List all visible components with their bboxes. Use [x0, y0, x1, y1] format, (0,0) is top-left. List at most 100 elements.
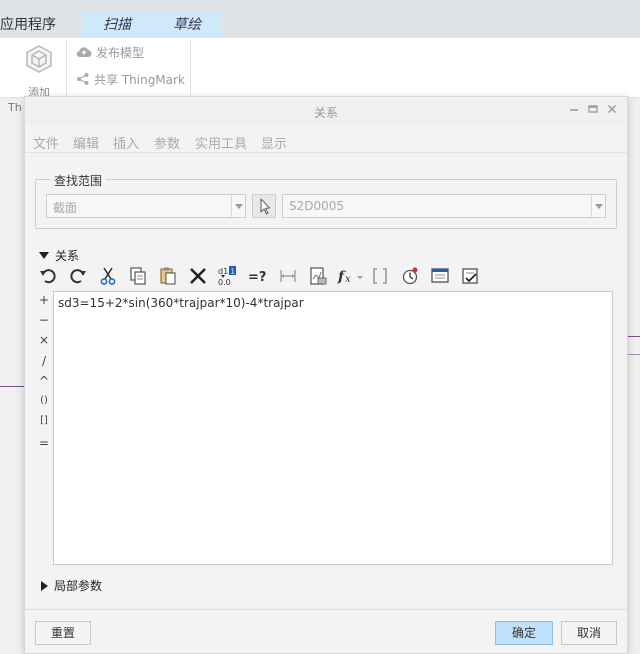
relation-equation: sd3=15+2*sin(360*trajpar*10)-4*trajpar	[58, 296, 304, 310]
paste-icon	[160, 267, 176, 285]
app-title-bar	[0, 0, 640, 12]
undo-icon	[40, 269, 56, 284]
dialog-title-bar: 关系	[25, 97, 627, 125]
parameter-icon	[402, 267, 418, 285]
share-icon	[77, 73, 89, 85]
relations-toolbar: d1 1 0.0 =? fx	[35, 265, 515, 289]
operator-parentheses[interactable]: ()	[35, 395, 53, 406]
svg-text:0.0: 0.0	[218, 278, 231, 287]
delete-button[interactable]	[187, 265, 209, 287]
ribbon-tabs: 应用程序 扫描 草绘	[0, 12, 640, 38]
maximize-button[interactable]	[586, 103, 600, 117]
operator-brackets[interactable]: []	[35, 415, 53, 426]
relations-dialog: 关系 文件 编辑 插入 参数 实用工具 显示 查找范围 截面 S2D0005 关…	[24, 96, 628, 654]
add-model-icon[interactable]	[24, 44, 54, 74]
check-relations-button[interactable]	[459, 265, 481, 287]
ribbon-tab-apps[interactable]: 应用程序	[0, 12, 80, 38]
expand-triangle-icon	[41, 580, 48, 591]
dialog-menubar: 文件 编辑 插入 参数 实用工具 显示	[25, 127, 627, 153]
operator-minus[interactable]: −	[35, 313, 53, 327]
operator-plus[interactable]: +	[35, 293, 53, 307]
search-scope-legend: 查找范围	[50, 172, 107, 189]
group-label-th: Th	[8, 101, 22, 114]
verify-icon	[310, 267, 327, 285]
svg-text:d1: d1	[218, 267, 228, 276]
svg-text:x: x	[345, 274, 351, 285]
publish-model-label: 发布模型	[96, 45, 145, 60]
sort-button[interactable]: d1 1 0.0	[217, 265, 239, 287]
relations-section-toggle[interactable]: 关系	[39, 247, 79, 264]
chevron-down-icon	[591, 195, 605, 217]
evaluate-icon: =?	[248, 270, 266, 285]
ribbon-tab-sweep[interactable]: 扫描	[82, 12, 152, 38]
maximize-icon	[588, 105, 598, 113]
display-icon	[431, 268, 449, 283]
ribbon-separator	[190, 40, 191, 96]
function-icon: fx	[337, 269, 363, 285]
cloud-upload-icon	[76, 47, 92, 58]
graphics-trace-line	[0, 386, 24, 387]
menu-insert[interactable]: 插入	[113, 133, 139, 152]
reset-button[interactable]: 重置	[35, 621, 91, 645]
graphics-trace-line	[628, 336, 640, 337]
object-select-value: S2D0005	[289, 199, 345, 213]
local-params-label: 局部参数	[54, 579, 103, 593]
pick-object-button[interactable]	[252, 194, 276, 218]
menu-parameters[interactable]: 参数	[154, 133, 180, 152]
bracket-icon	[373, 268, 387, 284]
close-button[interactable]	[605, 103, 619, 117]
graphics-trace-line	[628, 354, 640, 355]
insert-function-button[interactable]: fx	[337, 265, 365, 287]
cursor-arrow-icon	[260, 198, 271, 215]
search-scope-group: 查找范围 截面 S2D0005	[35, 172, 617, 229]
ribbon-body: 添加 Th 发布模型 共享 ThingMark	[0, 38, 640, 114]
check-icon	[462, 268, 478, 284]
svg-text:=?: =?	[248, 270, 266, 285]
operator-power[interactable]: ^	[35, 374, 53, 388]
operator-equals[interactable]: =	[35, 436, 53, 450]
insert-dimension-button[interactable]	[277, 265, 299, 287]
object-select[interactable]: S2D0005	[282, 194, 606, 218]
publish-model-button[interactable]: 发布模型	[76, 43, 144, 61]
cut-button[interactable]	[97, 265, 119, 287]
operator-multiply[interactable]: ×	[35, 333, 53, 347]
copy-icon	[130, 267, 146, 285]
menu-edit[interactable]: 编辑	[73, 133, 99, 152]
operator-divide[interactable]: /	[35, 354, 53, 368]
minimize-icon	[570, 109, 578, 111]
verify-relations-button[interactable]	[307, 265, 329, 287]
redo-button[interactable]	[67, 265, 89, 287]
dimension-icon	[280, 270, 296, 282]
display-values-button[interactable]	[429, 265, 451, 287]
delete-icon	[190, 268, 206, 284]
redo-icon	[70, 269, 86, 284]
cancel-button[interactable]: 取消	[561, 621, 617, 645]
footer-separator	[25, 609, 627, 610]
ribbon-separator	[66, 40, 67, 96]
local-params-section-toggle[interactable]: 局部参数	[41, 577, 102, 594]
share-thingmark-button[interactable]: 共享 ThingMark	[76, 70, 185, 88]
evaluate-button[interactable]: =?	[247, 265, 269, 287]
undo-button[interactable]	[37, 265, 59, 287]
copy-button[interactable]	[127, 265, 149, 287]
share-thingmark-label: 共享 ThingMark	[94, 72, 185, 87]
insert-parameter-button[interactable]	[399, 265, 421, 287]
paste-button[interactable]	[157, 265, 179, 287]
scope-select-value: 截面	[53, 201, 78, 215]
dialog-title: 关系	[313, 106, 338, 120]
menu-display[interactable]: 显示	[261, 133, 287, 152]
collapse-triangle-icon	[39, 252, 49, 259]
minimize-button[interactable]	[567, 103, 581, 117]
menu-file[interactable]: 文件	[33, 133, 59, 152]
ribbon-tab-sketch[interactable]: 草绘	[152, 12, 222, 38]
scope-select[interactable]: 截面	[46, 194, 246, 218]
sort-icon: d1 10.0	[218, 266, 236, 287]
svg-text:1: 1	[231, 268, 235, 276]
close-icon	[608, 105, 616, 113]
cut-icon	[100, 267, 116, 285]
chevron-down-icon	[231, 195, 245, 217]
relations-editor[interactable]: sd3=15+2*sin(360*trajpar*10)-4*trajpar	[53, 291, 613, 565]
insert-bracket-button[interactable]	[369, 265, 391, 287]
menu-utilities[interactable]: 实用工具	[195, 133, 247, 152]
ok-button[interactable]: 确定	[495, 621, 553, 645]
